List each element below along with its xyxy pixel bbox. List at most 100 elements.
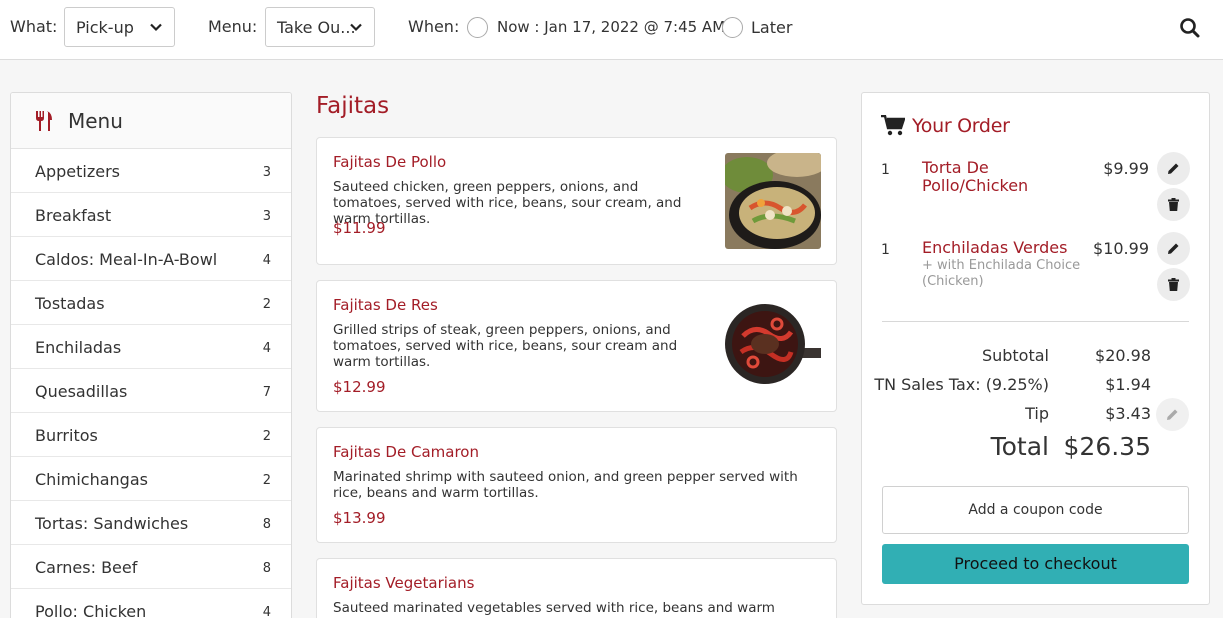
edit-line-button[interactable] <box>1157 232 1190 265</box>
when-label: When: <box>408 17 460 36</box>
edit-line-button[interactable] <box>1157 152 1190 185</box>
item-name: Fajitas De Res <box>333 296 438 314</box>
line-name[interactable]: Torta De Pollo/Chicken <box>922 159 1082 195</box>
category-name: Burritos <box>35 426 98 445</box>
total-label: Total <box>990 432 1049 461</box>
sidebar-item-chimichangas[interactable]: Chimichangas 2 <box>11 457 291 501</box>
menu-item-card[interactable]: Fajitas De Pollo Sauteed chicken, green … <box>316 137 837 265</box>
item-name: Fajitas De Camaron <box>333 443 479 461</box>
menu-item-card[interactable]: Fajitas Vegetarians Sauteed marinated ve… <box>316 558 837 618</box>
delete-line-button[interactable] <box>1157 268 1190 301</box>
item-description: Grilled strips of steak, green peppers, … <box>333 322 678 370</box>
menu-sidebar: Menu Appetizers 3 Breakfast 3 Caldos: Meal… <box>10 92 292 618</box>
edit-tip-button[interactable] <box>1156 398 1189 431</box>
category-count: 4 <box>262 253 271 268</box>
line-modifier: + with Enchilada Choice (Chicken) <box>922 258 1081 289</box>
item-description: Sauteed marinated vegetables served with… <box>333 600 775 618</box>
sidebar-item-tostadas[interactable]: Tostadas 2 <box>11 281 291 325</box>
category-name: Chimichangas <box>35 470 148 489</box>
add-coupon-button[interactable]: Add a coupon code <box>882 486 1189 534</box>
sidebar-header: Menu <box>11 93 291 149</box>
section-title: Fajitas <box>316 93 390 119</box>
subtotal-value: $20.98 <box>1095 346 1151 365</box>
category-count: 8 <box>262 561 271 576</box>
order-title: Your Order <box>912 115 1010 137</box>
sidebar-item-enchiladas[interactable]: Enchiladas 4 <box>11 325 291 369</box>
category-name: Carnes: Beef <box>35 558 138 577</box>
category-count: 2 <box>262 297 271 312</box>
category-count: 4 <box>262 605 271 618</box>
search-icon[interactable] <box>1178 16 1202 40</box>
line-price: $9.99 <box>1103 159 1149 178</box>
category-name: Caldos: Meal-In-A-Bowl <box>35 250 218 269</box>
menu-item-card[interactable]: Fajitas De Res Grilled strips of steak, … <box>316 280 837 412</box>
line-qty: 1 <box>881 162 890 178</box>
now-radio[interactable] <box>467 17 488 38</box>
category-count: 4 <box>262 341 271 356</box>
item-price: $11.99 <box>333 219 386 237</box>
category-name: Enchiladas <box>35 338 122 357</box>
what-label: What: <box>10 17 58 36</box>
sidebar-item-pollo[interactable]: Pollo: Chicken 4 <box>11 589 291 618</box>
category-count: 7 <box>262 385 271 400</box>
order-panel: Your Order 1 Torta De Pollo/Chicken $9.9… <box>861 92 1210 605</box>
pencil-icon <box>1167 409 1178 420</box>
subtotal-label: Subtotal <box>981 346 1049 365</box>
cart-icon <box>881 115 905 136</box>
sidebar-item-carnes[interactable]: Carnes: Beef 8 <box>11 545 291 589</box>
order-type-select[interactable]: Pick-up <box>64 7 175 47</box>
menu-item-card[interactable]: Fajitas De Camaron Marinated shrimp with… <box>316 427 837 543</box>
item-price: $12.99 <box>333 378 386 396</box>
item-photo <box>725 153 821 249</box>
item-price: $13.99 <box>333 509 386 527</box>
tip-label: Tip <box>1025 404 1049 423</box>
tax-label: TN Sales Tax: (9.25%) <box>874 375 1049 394</box>
trash-icon <box>1168 278 1179 291</box>
trash-icon <box>1168 198 1179 211</box>
item-photo <box>725 296 821 392</box>
menu-label: Menu: <box>208 17 258 36</box>
item-description: Marinated shrimp with sauteed onion, and… <box>333 469 798 501</box>
category-count: 2 <box>262 429 271 444</box>
utensils-icon <box>36 111 52 131</box>
total-value: $26.35 <box>1063 432 1151 461</box>
category-count: 3 <box>262 165 271 180</box>
menu-select[interactable]: Take Ou... <box>265 7 375 47</box>
sidebar-item-quesadillas[interactable]: Quesadillas 7 <box>11 369 291 413</box>
checkout-button[interactable]: Proceed to checkout <box>882 544 1189 584</box>
category-name: Appetizers <box>35 162 120 181</box>
item-description: Sauteed chicken, green peppers, onions, … <box>333 179 682 227</box>
chevron-down-icon <box>150 23 162 32</box>
item-name: Fajitas Vegetarians <box>333 574 475 592</box>
item-name: Fajitas De Pollo <box>333 153 447 171</box>
category-count: 2 <box>262 473 271 488</box>
chevron-down-icon <box>350 23 362 32</box>
category-count: 3 <box>262 209 271 224</box>
sidebar-item-appetizers[interactable]: Appetizers 3 <box>11 149 291 193</box>
order-type-value: Pick-up <box>76 18 134 37</box>
line-name[interactable]: Enchiladas Verdes <box>922 239 1082 257</box>
sidebar-item-burritos[interactable]: Burritos 2 <box>11 413 291 457</box>
delete-line-button[interactable] <box>1157 188 1190 221</box>
sidebar-item-tortas[interactable]: Tortas: Sandwiches 8 <box>11 501 291 545</box>
tax-value: $1.94 <box>1105 375 1151 394</box>
category-name: Quesadillas <box>35 382 128 401</box>
sidebar-item-caldos[interactable]: Caldos: Meal-In-A-Bowl 4 <box>11 237 291 281</box>
category-name: Pollo: Chicken <box>35 602 147 618</box>
line-price: $10.99 <box>1093 239 1149 258</box>
line-qty: 1 <box>881 242 890 258</box>
sidebar-item-breakfast[interactable]: Breakfast 3 <box>11 193 291 237</box>
pencil-icon <box>1168 243 1179 254</box>
sidebar-title: Menu <box>68 109 123 133</box>
later-radio[interactable] <box>722 17 743 38</box>
menu-value: Take Ou... <box>277 18 356 37</box>
category-name: Tostadas <box>35 294 105 313</box>
category-count: 8 <box>262 517 271 532</box>
category-name: Tortas: Sandwiches <box>35 514 189 533</box>
pencil-icon <box>1168 163 1179 174</box>
order-divider <box>882 321 1189 322</box>
top-bar: What: Pick-up Menu: Take Ou... When: Now… <box>0 0 1223 60</box>
tip-value: $3.43 <box>1105 404 1151 423</box>
later-radio-label[interactable]: Later <box>751 18 792 37</box>
now-radio-label[interactable]: Now : Jan 17, 2022 @ 7:45 AM. <box>497 18 730 36</box>
